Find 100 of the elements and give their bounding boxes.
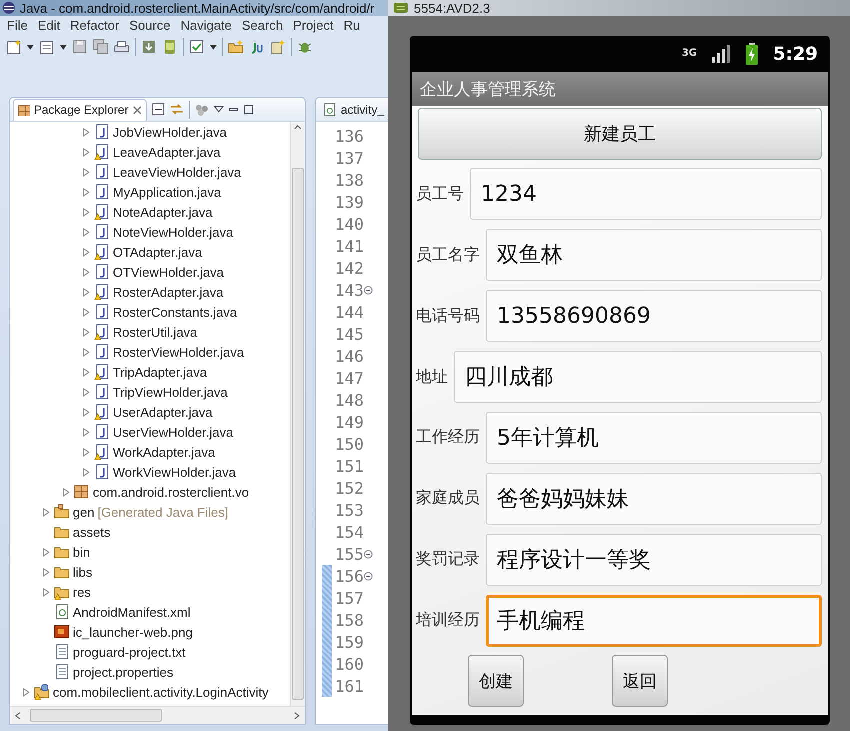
expand-arrow-icon[interactable] bbox=[82, 428, 91, 436]
tree-item[interactable]: NoteViewHolder.java bbox=[113, 224, 234, 240]
new-wizard-icon[interactable] bbox=[6, 39, 22, 55]
new-employee-button[interactable]: 新建员工 bbox=[418, 108, 822, 160]
text-field[interactable]: 手机编程 bbox=[486, 594, 822, 647]
dots-icon[interactable] bbox=[194, 104, 209, 116]
fold-icon[interactable] bbox=[364, 286, 373, 294]
text-field[interactable]: 双鱼林 bbox=[486, 229, 822, 282]
tree-item[interactable]: bin bbox=[73, 544, 90, 560]
checkbox-icon[interactable] bbox=[189, 39, 205, 55]
expand-arrow-icon[interactable] bbox=[82, 328, 91, 336]
print-icon[interactable] bbox=[114, 39, 130, 55]
collapse-all-icon[interactable] bbox=[152, 103, 165, 116]
expand-arrow-icon[interactable] bbox=[82, 268, 91, 276]
expand-arrow-icon[interactable] bbox=[42, 588, 51, 596]
expand-arrow-icon[interactable] bbox=[62, 488, 71, 496]
menu-item[interactable]: Search bbox=[237, 18, 288, 32]
caret-icon[interactable] bbox=[60, 44, 67, 50]
device-icon[interactable] bbox=[162, 39, 178, 55]
folder-icon[interactable] bbox=[228, 39, 244, 55]
new-class-icon[interactable] bbox=[270, 39, 286, 55]
tree-item[interactable]: MyApplication.java bbox=[113, 184, 222, 200]
expand-arrow-icon[interactable] bbox=[82, 128, 91, 136]
tree-item[interactable]: RosterViewHolder.java bbox=[113, 344, 244, 360]
menu-item[interactable]: File bbox=[2, 18, 33, 32]
new-file-icon[interactable] bbox=[39, 39, 55, 55]
link-icon[interactable] bbox=[170, 103, 184, 116]
expand-arrow-icon[interactable] bbox=[82, 148, 91, 156]
tree-item[interactable]: LeaveViewHolder.java bbox=[113, 164, 242, 180]
view-menu-icon[interactable] bbox=[214, 106, 224, 113]
expand-arrow-icon[interactable] bbox=[82, 248, 91, 256]
scroll-left-icon[interactable] bbox=[14, 710, 22, 720]
tree-item[interactable]: res bbox=[73, 584, 92, 600]
tree-item[interactable]: RosterAdapter.java bbox=[113, 284, 224, 300]
expand-arrow-icon[interactable] bbox=[22, 688, 31, 696]
tree-item[interactable]: ic_launcher-web.png bbox=[73, 624, 193, 640]
expand-arrow-icon[interactable] bbox=[82, 228, 91, 236]
tree-item[interactable]: OTAdapter.java bbox=[113, 244, 202, 260]
caret-icon[interactable] bbox=[210, 44, 217, 50]
battery-icon bbox=[745, 43, 760, 65]
fold-icon[interactable] bbox=[364, 550, 373, 558]
text-field[interactable]: 程序设计一等奖 bbox=[486, 534, 822, 586]
tree-item[interactable]: AndroidManifest.xml bbox=[73, 604, 191, 620]
expand-arrow-icon[interactable] bbox=[42, 548, 51, 556]
text-field[interactable]: 1234 bbox=[470, 168, 822, 220]
expand-arrow-icon[interactable] bbox=[82, 408, 91, 416]
text-field[interactable]: 13558690869 bbox=[486, 290, 822, 342]
tree-item[interactable]: UserAdapter.java bbox=[113, 404, 213, 420]
tree-item[interactable]: RosterUtil.java bbox=[113, 324, 198, 340]
menu-item[interactable]: Source bbox=[124, 18, 176, 32]
expand-arrow-icon[interactable] bbox=[82, 468, 91, 476]
scroll-right-icon[interactable] bbox=[293, 710, 301, 720]
expand-arrow-icon[interactable] bbox=[42, 508, 51, 516]
tree-item[interactable]: com.android.rosterclient.vo bbox=[93, 484, 250, 500]
expand-arrow-icon[interactable] bbox=[82, 448, 91, 456]
tree-item[interactable]: project.properties bbox=[73, 664, 174, 680]
horizontal-scrollbar[interactable] bbox=[10, 706, 305, 724]
tree-item[interactable]: TripAdapter.java bbox=[113, 364, 208, 380]
maximize-icon[interactable] bbox=[244, 104, 254, 114]
tree-item[interactable]: WorkAdapter.java bbox=[113, 444, 216, 460]
expand-arrow-icon[interactable] bbox=[82, 368, 91, 376]
caret-icon[interactable] bbox=[27, 44, 34, 50]
tree-item[interactable]: gen bbox=[73, 504, 95, 520]
expand-arrow-icon[interactable] bbox=[82, 168, 91, 176]
form-button[interactable]: 返回 bbox=[612, 655, 668, 707]
expand-arrow-icon[interactable] bbox=[82, 208, 91, 216]
text-field[interactable]: 5年计算机 bbox=[486, 412, 822, 464]
tree-item[interactable]: TripViewHolder.java bbox=[113, 384, 228, 400]
expand-arrow-icon[interactable] bbox=[42, 568, 51, 576]
tree-item[interactable]: com.mobileclient.activity.LoginActivity bbox=[53, 684, 269, 700]
download-icon[interactable] bbox=[141, 39, 157, 55]
close-icon[interactable] bbox=[132, 106, 142, 114]
expand-arrow-icon[interactable] bbox=[82, 348, 91, 356]
tree-item[interactable]: assets bbox=[73, 524, 111, 540]
expand-arrow-icon[interactable] bbox=[82, 308, 91, 316]
form-button[interactable]: 创建 bbox=[468, 655, 524, 707]
view-tab[interactable]: Package Explorer bbox=[13, 98, 147, 120]
tree-item[interactable]: RosterConstants.java bbox=[113, 304, 238, 320]
tree-item[interactable]: OTViewHolder.java bbox=[113, 264, 224, 280]
menu-item[interactable]: Edit bbox=[32, 18, 66, 32]
tree-item[interactable]: WorkViewHolder.java bbox=[113, 464, 236, 480]
tree-item[interactable]: UserViewHolder.java bbox=[113, 424, 234, 440]
menu-item[interactable]: Project bbox=[288, 18, 339, 32]
menu-item[interactable]: Navigate bbox=[176, 18, 238, 32]
expand-arrow-icon[interactable] bbox=[82, 188, 91, 196]
save-all-icon[interactable] bbox=[93, 39, 109, 55]
save-icon[interactable] bbox=[72, 39, 88, 55]
fold-icon[interactable] bbox=[364, 572, 373, 580]
tree-item[interactable]: proguard-project.txt bbox=[73, 644, 186, 660]
menu-item[interactable]: Ru bbox=[338, 18, 366, 32]
tree-item[interactable]: JobViewHolder.java bbox=[113, 124, 227, 140]
tree-item[interactable]: libs bbox=[73, 564, 93, 580]
menu-item[interactable]: Refactor bbox=[65, 18, 124, 32]
expand-arrow-icon[interactable] bbox=[82, 288, 91, 296]
text-field[interactable]: 四川成都 bbox=[454, 351, 822, 404]
tree-item[interactable]: NoteAdapter.java bbox=[113, 204, 213, 220]
tree-item[interactable]: LeaveAdapter.java bbox=[113, 144, 221, 160]
expand-arrow-icon[interactable] bbox=[82, 388, 91, 396]
text-field[interactable]: 爸爸妈妈妹妹 bbox=[486, 472, 822, 525]
vertical-scrollbar[interactable] bbox=[290, 122, 305, 706]
